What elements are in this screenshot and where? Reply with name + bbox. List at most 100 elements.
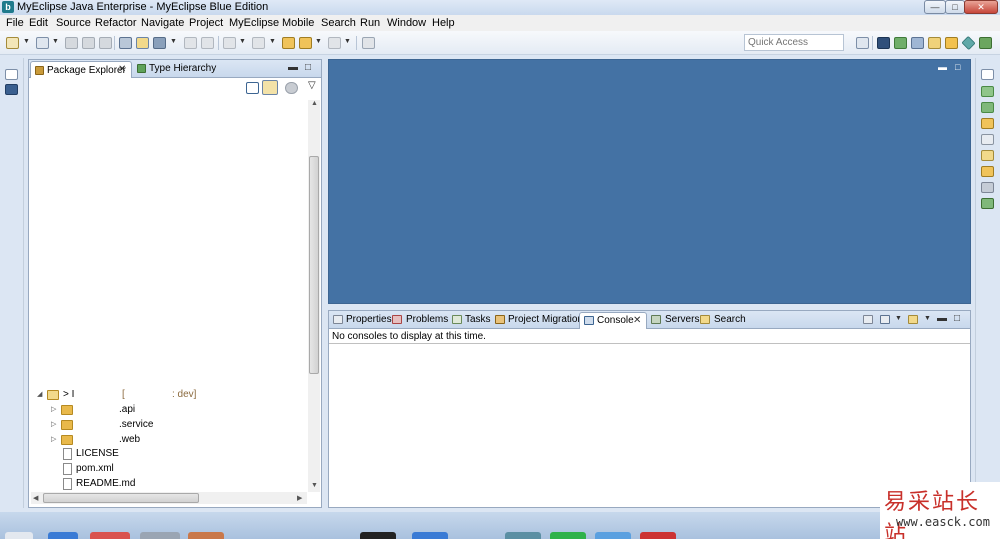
minimize-view-button[interactable]: ▬ (288, 62, 298, 73)
tab-problems[interactable]: Problems (406, 314, 448, 325)
java-perspective-icon[interactable] (928, 37, 941, 49)
outline-view-icon[interactable] (981, 102, 994, 113)
deploy-icon[interactable] (119, 37, 132, 49)
taskbar-app-icon[interactable] (595, 532, 631, 539)
collapse-all-icon[interactable] (246, 82, 259, 94)
save-icon[interactable] (65, 37, 78, 49)
taskbar-app-icon[interactable] (550, 532, 586, 539)
pin-editor-icon[interactable] (362, 37, 375, 49)
tab-console-active[interactable]: Console ✕ (579, 312, 647, 329)
forward-arrow-icon[interactable] (328, 37, 341, 49)
collapse-arrow-icon[interactable]: ▷ (51, 420, 56, 428)
menu-help[interactable]: Help (432, 17, 455, 29)
menu-navigate[interactable]: Navigate (141, 17, 184, 29)
tab-console[interactable]: Console (597, 315, 634, 326)
next-annotation-icon[interactable] (223, 37, 236, 49)
tab-servers[interactable]: Servers (665, 314, 699, 325)
new-server-icon[interactable] (36, 37, 49, 49)
taskbar-app-icon[interactable] (140, 532, 180, 539)
collapse-arrow-icon[interactable]: ▷ (51, 405, 56, 413)
collapse-arrow-icon[interactable]: ▷ (51, 435, 56, 443)
tree-row-root-project[interactable]: ◢ > I [ : dev] (29, 388, 299, 402)
horizontal-scrollbar[interactable]: ◀ ▶ (31, 492, 307, 504)
build-dropdown-icon[interactable]: ▼ (170, 38, 177, 45)
servers-view-icon[interactable] (981, 86, 994, 97)
javadoc-view-icon[interactable] (981, 150, 994, 161)
menu-window[interactable]: Window (387, 17, 426, 29)
scroll-left-arrow-icon[interactable]: ◀ (33, 494, 38, 502)
display-console-dropdown-icon[interactable]: ▼ (895, 315, 902, 322)
maximize-window-button[interactable]: □ (945, 0, 965, 14)
menu-run[interactable]: Run (360, 17, 380, 29)
display-console-icon[interactable] (880, 315, 890, 324)
other-perspective-icon[interactable] (979, 37, 992, 49)
taskbar-app-icon[interactable] (640, 532, 676, 539)
taskbar-app-icon[interactable] (188, 532, 224, 539)
taskbar-app-icon[interactable] (505, 532, 541, 539)
open-console-dropdown-icon[interactable]: ▼ (924, 315, 931, 322)
vertical-scroll-thumb[interactable] (309, 156, 319, 374)
menu-refactor[interactable]: Refactor (95, 17, 137, 29)
tab-package-explorer[interactable]: Package Explorer ✕ (30, 61, 132, 78)
menu-project[interactable]: Project (189, 17, 223, 29)
pin-console-icon[interactable] (863, 315, 873, 324)
back-dropdown-icon[interactable]: ▼ (315, 38, 322, 45)
tree-row[interactable]: ▷ .web (29, 433, 299, 447)
maximize-view-button[interactable]: □ (305, 62, 311, 73)
database-perspective-icon[interactable] (911, 37, 924, 49)
annotation-prev-icon[interactable] (184, 37, 197, 49)
declaration-view-icon[interactable] (981, 166, 994, 177)
annotation-next-icon[interactable] (201, 37, 214, 49)
tree-row[interactable]: ▷ .service (29, 418, 299, 432)
prev-annotation-dropdown-icon[interactable]: ▼ (269, 38, 276, 45)
menu-search[interactable]: Search (321, 17, 356, 29)
taskbar-app-icon[interactable] (360, 532, 396, 539)
minimize-editor-button[interactable]: ▬ (938, 62, 947, 72)
new-dropdown-icon[interactable]: ▼ (23, 38, 30, 45)
filters-icon[interactable] (285, 82, 298, 94)
next-annotation-dropdown-icon[interactable]: ▼ (239, 38, 246, 45)
restore-icon[interactable] (5, 69, 18, 80)
download-view-icon[interactable] (981, 198, 994, 209)
expand-arrow-icon[interactable]: ◢ (37, 390, 42, 398)
snippets-view-icon[interactable] (981, 118, 994, 129)
myeclipse-perspective-icon[interactable] (877, 37, 890, 49)
tree-row[interactable]: pom.xml (29, 462, 299, 476)
close-tab-icon[interactable]: ✕ (633, 315, 641, 326)
forward-dropdown-icon[interactable]: ▼ (344, 38, 351, 45)
junit-view-icon[interactable] (981, 134, 994, 145)
open-perspective-icon[interactable] (856, 37, 869, 49)
prev-annotation-icon[interactable] (252, 37, 265, 49)
maximize-view-button[interactable]: □ (954, 313, 960, 324)
tab-search[interactable]: Search (714, 314, 746, 325)
taskbar-app-icon[interactable] (412, 532, 448, 539)
minimize-window-button[interactable]: — (924, 0, 946, 14)
maximize-editor-button[interactable]: □ (955, 62, 960, 72)
taskbar-app-icon[interactable] (48, 532, 78, 539)
taskbar-app-icon[interactable] (90, 532, 130, 539)
print-icon[interactable] (99, 37, 112, 49)
build-hammer-icon[interactable] (153, 37, 166, 49)
image-preview-icon[interactable] (981, 182, 994, 193)
tab-type-hierarchy[interactable]: Type Hierarchy (149, 63, 216, 74)
tree-row[interactable]: ▷ .api (29, 403, 299, 417)
restore-icon[interactable] (981, 69, 994, 80)
toggle-mark-icon[interactable] (136, 37, 149, 49)
menu-myeclipse[interactable]: MyEclipse (229, 17, 279, 29)
view-menu-icon[interactable]: ▽ (308, 80, 316, 91)
debug-perspective-icon[interactable] (894, 37, 907, 49)
scroll-right-arrow-icon[interactable]: ▶ (297, 494, 302, 502)
team-perspective-icon[interactable] (961, 35, 976, 51)
scroll-down-arrow-icon[interactable]: ▼ (311, 482, 318, 489)
last-edit-icon[interactable] (282, 37, 295, 49)
menu-edit[interactable]: Edit (29, 17, 48, 29)
minimized-view-icon[interactable] (5, 84, 18, 95)
link-with-editor-icon[interactable] (262, 80, 278, 95)
new-server-dropdown-icon[interactable]: ▼ (52, 38, 59, 45)
new-icon[interactable] (6, 37, 19, 49)
back-arrow-icon[interactable] (299, 37, 312, 49)
close-tab-icon[interactable]: ✕ (118, 64, 126, 75)
tab-tasks[interactable]: Tasks (465, 314, 491, 325)
save-all-icon[interactable] (82, 37, 95, 49)
tree-row[interactable]: README.md (29, 477, 299, 491)
